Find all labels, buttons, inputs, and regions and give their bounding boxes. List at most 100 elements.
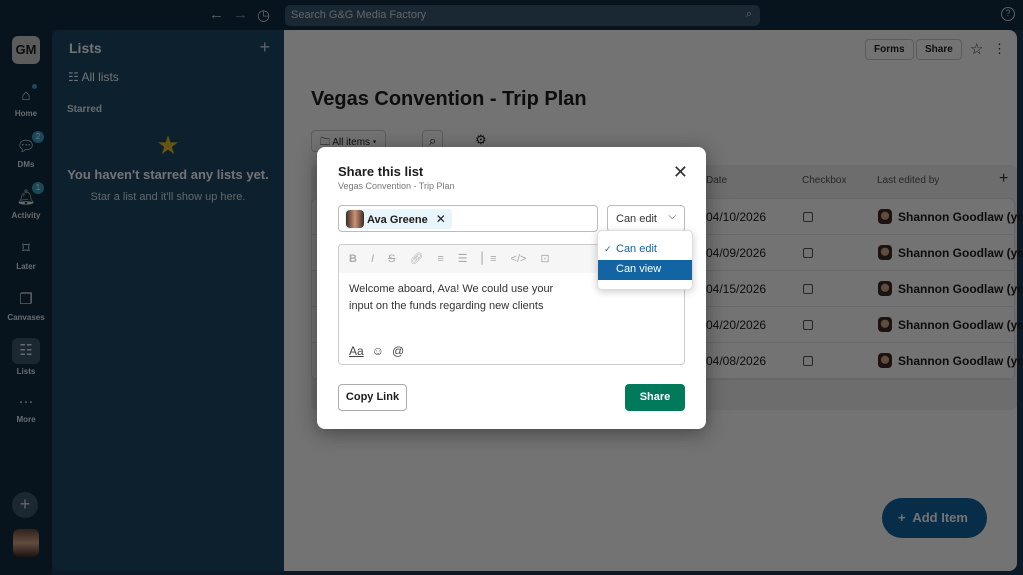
message-text[interactable]: Welcome aboard, Ava! We could use your i… <box>339 273 569 323</box>
editor-avatar <box>878 281 892 296</box>
editor-cell: Shannon Goodlaw (you) <box>898 318 1023 332</box>
rail-label: Activity <box>11 211 41 220</box>
lists-sidebar: Lists + ☷ All lists Starred ★ You haven'… <box>52 30 284 571</box>
ordered-list-icon[interactable]: ≡ <box>437 253 443 265</box>
rail-label: More <box>16 415 36 424</box>
date-cell: 04/08/2026 <box>706 354 767 368</box>
row-checkbox[interactable] <box>803 248 813 258</box>
editor-cell: Shannon Goodlaw (you) <box>898 354 1023 368</box>
search-input[interactable]: Search G&G Media Factory ⌕ <box>285 5 760 26</box>
recipient-input[interactable]: Ava Greene ✕ <box>338 205 598 232</box>
activity-badge: 1 <box>32 182 44 194</box>
row-checkbox[interactable] <box>803 284 813 294</box>
help-icon[interactable]: ? <box>1001 7 1015 21</box>
rail-label: DMs <box>17 160 35 169</box>
page-title: Vegas Convention - Trip Plan <box>311 88 587 110</box>
permission-value: Can edit <box>616 213 657 225</box>
dms-badge: 2 <box>32 131 44 143</box>
more-dots-icon: ··· <box>18 393 34 410</box>
rail-item-activity[interactable]: 🔔︎ 1 Activity <box>0 182 52 220</box>
code-block-icon[interactable]: ⊡ <box>540 252 549 265</box>
rail-item-lists[interactable]: ☷ Lists <box>0 338 52 376</box>
all-lists-link[interactable]: ☷ All lists <box>68 70 119 84</box>
all-lists-label: All lists <box>81 70 119 84</box>
code-icon[interactable]: </> <box>511 253 527 265</box>
date-cell: 04/09/2026 <box>706 246 767 260</box>
editor-cell: Shannon Goodlaw (you) <box>898 246 1023 260</box>
dialog-subtitle: Vegas Convention - Trip Plan <box>338 181 455 191</box>
permission-dropdown-menu: ✓ Can edit Can view <box>597 230 693 290</box>
strikethrough-icon[interactable]: S <box>388 253 395 265</box>
editor-avatar <box>878 245 892 260</box>
rail-item-home[interactable]: ⌂ Home <box>0 84 52 118</box>
back-arrow-icon[interactable]: ← <box>209 6 224 23</box>
copy-link-button[interactable]: Copy Link <box>338 384 407 411</box>
search-icon: ⌕ <box>745 8 752 20</box>
row-checkbox[interactable] <box>803 212 813 222</box>
option-can-view[interactable]: Can view <box>598 260 692 280</box>
rail-label: Home <box>14 109 38 118</box>
option-label: Can view <box>616 263 662 275</box>
add-item-label: Add Item <box>912 510 968 525</box>
add-workspace-button[interactable]: + <box>12 492 38 518</box>
editor-avatar <box>878 317 892 332</box>
unread-dot <box>32 84 37 89</box>
rail-item-canvases[interactable]: ❐ Canvases <box>0 290 52 322</box>
rail-label: Later <box>16 262 36 271</box>
home-icon: ⌂ <box>21 87 31 104</box>
canvas-icon: ❐ <box>19 291 33 308</box>
list-icon: ☷ <box>68 70 82 84</box>
quote-icon[interactable]: ▏≡ <box>482 252 497 265</box>
dialog-title: Share this list <box>338 164 424 179</box>
recipient-name: Ava Greene <box>367 214 428 226</box>
kebab-menu-icon[interactable]: ⋮ <box>993 41 1006 57</box>
row-checkbox[interactable] <box>803 356 813 366</box>
text-format-icon[interactable]: Aa <box>349 344 364 358</box>
add-item-button[interactable]: + Add Item <box>882 498 987 538</box>
rail-item-later[interactable]: ⌑ Later <box>0 239 52 271</box>
user-avatar[interactable] <box>13 529 39 557</box>
emoji-icon[interactable]: ☺ <box>372 344 384 358</box>
rail-item-dms[interactable]: 💬︎ 2 DMs <box>0 131 52 169</box>
header-share-button[interactable]: Share <box>916 39 962 60</box>
new-list-plus-icon[interactable]: + <box>259 37 270 58</box>
star-outline-icon[interactable]: ☆ <box>970 40 983 58</box>
share-button[interactable]: Share <box>625 384 685 411</box>
forward-arrow-icon[interactable]: → <box>233 6 248 23</box>
bookmark-icon: ⌑ <box>22 240 30 257</box>
checkmark-icon: ✓ <box>604 244 612 254</box>
rail-label: Canvases <box>7 313 45 322</box>
remove-recipient-icon[interactable]: ✕ <box>436 212 446 226</box>
bold-icon[interactable]: B <box>349 253 357 265</box>
forms-button[interactable]: Forms <box>865 39 914 60</box>
editor-cell: Shannon Goodlaw (you) <box>898 282 1023 296</box>
workspace-icon[interactable]: GM <box>12 36 40 64</box>
link-icon[interactable]: 🔗︎ <box>409 252 423 265</box>
italic-icon[interactable]: I <box>371 253 374 265</box>
row-checkbox[interactable] <box>803 320 813 330</box>
column-header-date[interactable]: Date <box>706 175 727 186</box>
editor-avatar <box>878 353 892 368</box>
add-column-plus-icon[interactable]: + <box>999 170 1008 188</box>
rail-label: Lists <box>16 367 36 376</box>
date-cell: 04/10/2026 <box>706 210 767 224</box>
close-icon[interactable]: ✕ <box>673 162 688 183</box>
empty-title: You haven't starred any lists yet. <box>67 167 269 182</box>
rail-item-more[interactable]: ··· More <box>0 392 52 424</box>
recipient-chip: Ava Greene ✕ <box>345 209 452 229</box>
history-clock-icon[interactable]: ◷ <box>257 6 270 24</box>
date-cell: 04/15/2026 <box>706 282 767 296</box>
empty-subtitle: Star a list and it'll show up here. <box>90 191 246 203</box>
mention-icon[interactable]: @ <box>392 344 404 358</box>
lists-icon: ☷ <box>12 338 40 364</box>
editor-avatar <box>878 209 892 224</box>
column-header-last-edited[interactable]: Last edited by <box>877 175 939 186</box>
permission-select[interactable]: Can edit ⌵ <box>607 205 685 232</box>
chevron-down-icon: ⌵ <box>668 211 676 222</box>
editor-cell: Shannon Goodlaw (you) <box>898 210 1023 224</box>
option-label: Can edit <box>616 243 657 255</box>
column-header-checkbox[interactable]: Checkbox <box>802 175 846 186</box>
option-can-edit[interactable]: ✓ Can edit <box>598 240 692 260</box>
starred-heading: Starred <box>67 104 103 115</box>
bulleted-list-icon[interactable]: ☰ <box>458 252 468 265</box>
